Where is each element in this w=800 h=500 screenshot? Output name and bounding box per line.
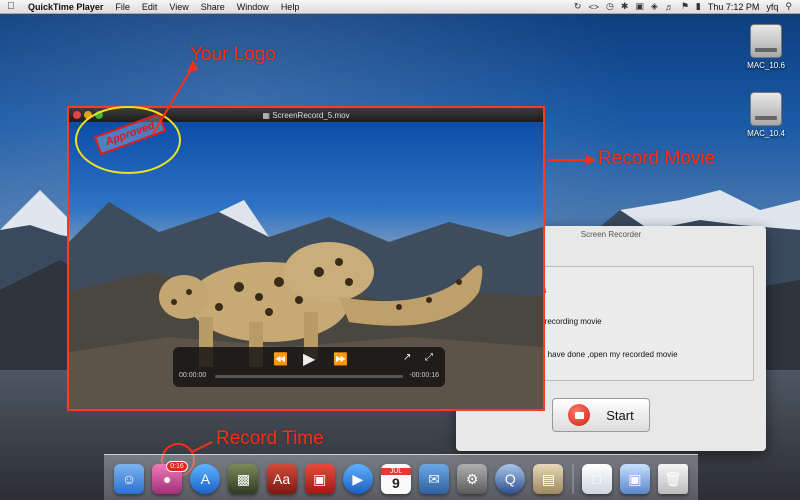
playback-controls: ⏪ ▶ ⏩ ↗ ⤢ 00:00:00 -00:00:16 — [173, 347, 445, 387]
recorder-option: o recording movie — [538, 317, 602, 326]
dictionary-icon[interactable]: Aa — [266, 464, 297, 494]
sync-icon[interactable]: ↻ — [574, 1, 582, 12]
time-elapsed: 00:00:00 — [179, 372, 207, 379]
mail-stamp-icon[interactable]: ✉ — [419, 464, 450, 494]
downloads-stack-icon[interactable]: ▣ — [619, 464, 650, 494]
annotation-record-movie: Record Movie — [598, 148, 716, 169]
clock-icon[interactable]: ◷ — [606, 1, 614, 12]
share-icon[interactable]: ↗ — [403, 352, 411, 363]
hard-drive-icon — [750, 92, 782, 126]
disk-label: MAC_10.6 — [747, 61, 785, 70]
menu-user[interactable]: yfq — [766, 2, 778, 12]
window-title: ▦ ScreenRecord_5.mov — [69, 111, 543, 120]
menu-help[interactable]: Help — [275, 2, 306, 12]
app-store-icon[interactable]: A — [190, 464, 221, 494]
disk-mac-10-4[interactable]: MAC_10.4 — [736, 92, 796, 138]
dock: ☺ 0:16 ● A ▩ Aa ▣ ▶ JUL 9 ✉ ⚙ Q ▤ □ ▣ 🗑 — [104, 454, 698, 500]
record-time-badge: 0:16 — [166, 461, 188, 472]
facetime-icon[interactable]: ▶ — [342, 464, 373, 494]
scrubber-track[interactable] — [215, 375, 403, 378]
documents-stack-icon[interactable]: □ — [581, 464, 612, 494]
window-title-text: ScreenRecord_5.mov — [272, 110, 350, 120]
start-button-label: Start — [606, 407, 634, 423]
quicktime-window: ▦ ScreenRecord_5.mov ⏪ ▶ ⏩ ↗ ⤢ 00:00:00 … — [67, 106, 545, 411]
calendar-month: JUL — [380, 467, 411, 475]
code-icon[interactable]: <> — [588, 2, 599, 12]
quicktime-icon[interactable]: Q — [495, 464, 526, 494]
rewind-icon[interactable]: ⏪ — [273, 352, 288, 366]
menu-app-name[interactable]: QuickTime Player — [22, 2, 109, 12]
flag-icon[interactable]: ⚑ — [681, 1, 689, 12]
dock-separator — [571, 464, 574, 494]
menu-window[interactable]: Window — [231, 2, 275, 12]
apple-menu-icon[interactable]:  — [0, 1, 22, 12]
volume-icon[interactable]: ♬ — [665, 2, 674, 12]
search-icon[interactable]: ⚲ — [785, 1, 792, 12]
trash-icon[interactable]: 🗑 — [657, 464, 688, 494]
preview-icon[interactable]: ▤ — [533, 464, 564, 494]
system-preferences-icon[interactable]: ⚙ — [457, 464, 488, 494]
wifi-icon[interactable]: ◈ — [651, 1, 658, 12]
menu-bar:  QuickTime Player File Edit View Share … — [0, 0, 800, 14]
finder-icon[interactable]: ☺ — [114, 464, 145, 494]
menu-clock[interactable]: Thu 7:12 PM — [708, 2, 760, 12]
menu-share[interactable]: Share — [195, 2, 231, 12]
fullscreen-icon[interactable]: ⤢ — [425, 352, 433, 363]
disk-label: MAC_10.4 — [747, 129, 785, 138]
menu-edit[interactable]: Edit — [136, 2, 164, 12]
menu-extras: ↻ <> ◷ ✱ ▣ ◈ ♬ ⚑ ▮ Thu 7:12 PM yfq ⚲ — [574, 1, 800, 12]
calendar-day: 9 — [392, 474, 400, 491]
battery-icon[interactable]: ▮ — [696, 1, 701, 12]
disk-mac-10-6[interactable]: MAC_10.6 — [736, 24, 796, 70]
movie-file-icon: ▦ — [262, 110, 273, 120]
menu-view[interactable]: View — [163, 2, 194, 12]
photo-booth-icon[interactable]: ▣ — [304, 464, 335, 494]
screen-recorder-icon[interactable]: 0:16 ● — [152, 461, 188, 494]
record-camera-icon — [568, 404, 591, 426]
annotation-record-time: Record Time — [216, 428, 324, 449]
annotation-your-logo: Your Logo — [190, 44, 276, 65]
bluetooth-icon[interactable]: ✱ — [621, 1, 629, 12]
calendar-icon[interactable]: JUL 9 — [380, 464, 411, 494]
start-button[interactable]: Start — [552, 398, 650, 432]
time-remaining: -00:00:16 — [409, 372, 439, 379]
menu-file[interactable]: File — [109, 2, 136, 12]
display-icon[interactable]: ▣ — [635, 1, 644, 12]
fast-forward-icon[interactable]: ⏩ — [333, 352, 348, 366]
play-icon[interactable]: ▶ — [303, 349, 315, 369]
photo-viewer-icon[interactable]: ▩ — [228, 464, 259, 494]
hard-drive-icon — [750, 24, 782, 58]
recorder-option: g have done ,open my recorded movie — [541, 350, 678, 359]
